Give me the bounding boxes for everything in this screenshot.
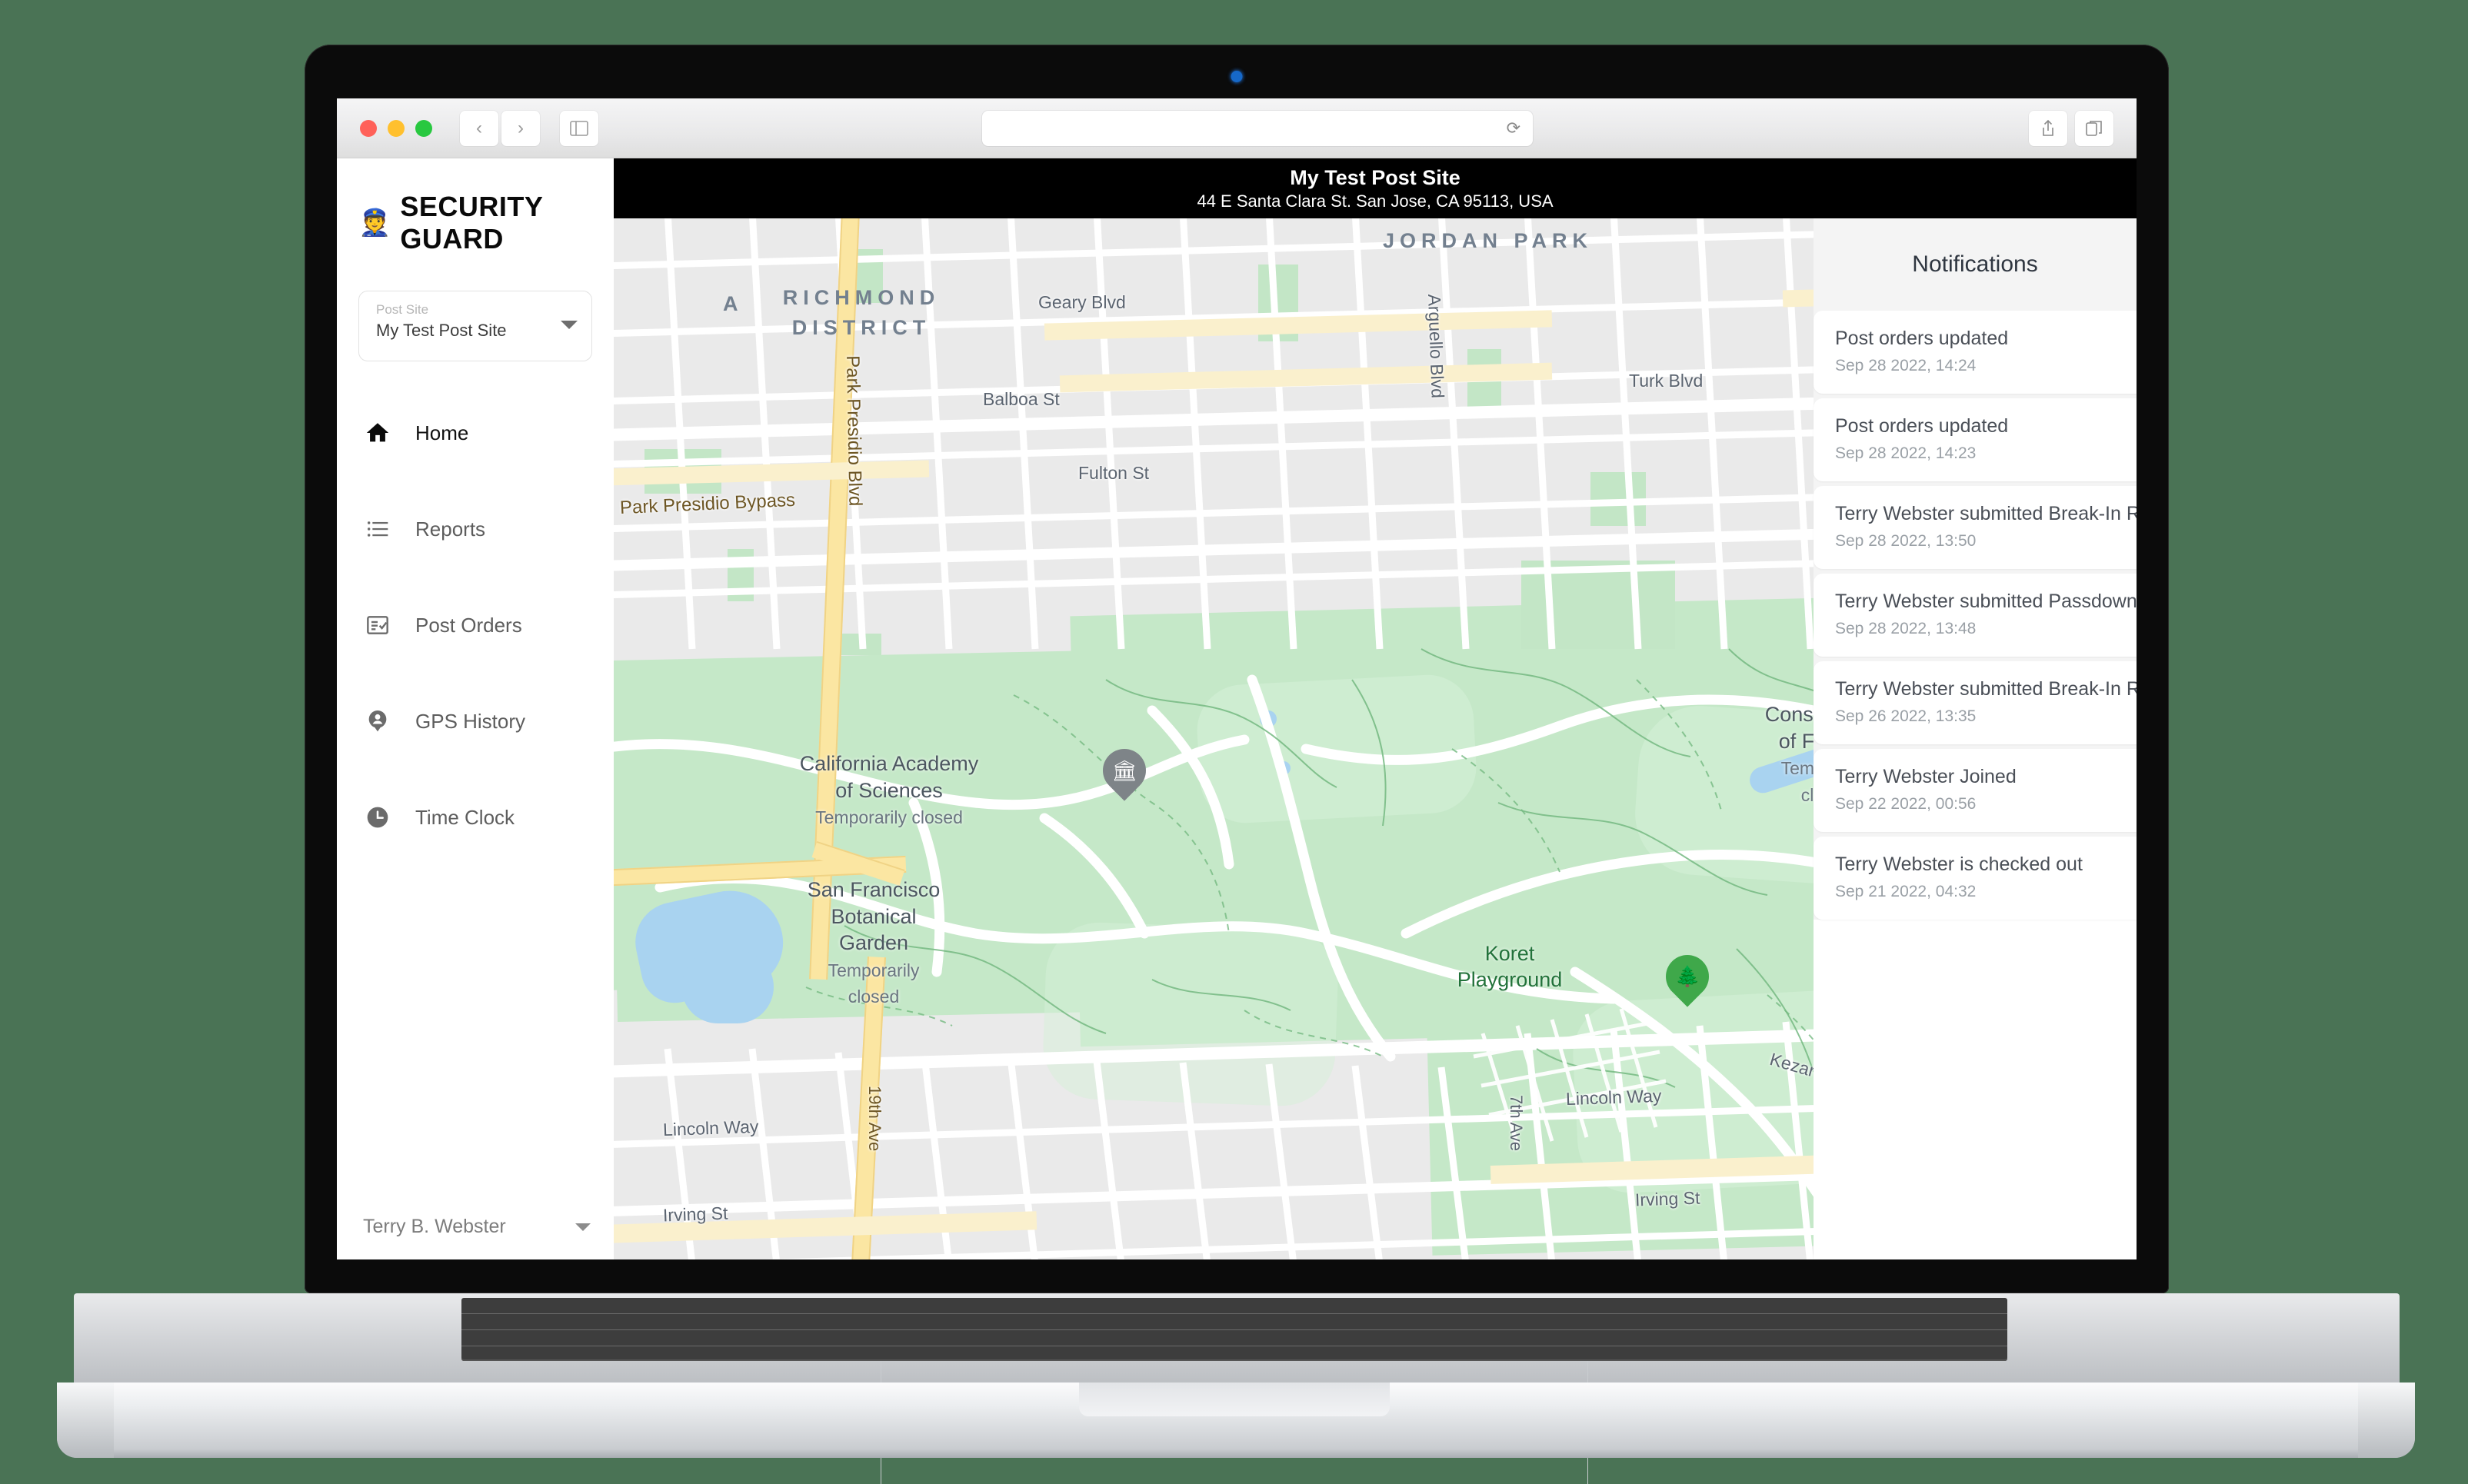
sidebar-item-label: Post Orders — [415, 614, 522, 637]
keyboard — [461, 1298, 2007, 1361]
map-label-jordan-park: JORDAN PARK — [1383, 226, 1593, 256]
user-menu[interactable]: Terry B. Webster — [337, 1216, 614, 1238]
map-label-irving-st: Irving St — [663, 1203, 728, 1226]
map-label-turk-blvd: Turk Blvd — [1629, 371, 1703, 391]
map-label-richmond-district: RICHMOND DISTRICT — [684, 283, 1038, 343]
user-name: Terry B. Webster — [363, 1216, 506, 1238]
map-label-koret-playground: Koret Playground — [1398, 941, 1621, 993]
notifications-panel: Notifications Post orders updated Sep 28… — [1814, 218, 2137, 1259]
notification-item[interactable]: Post orders updated Sep 28 2022, 14:24 — [1814, 311, 2137, 394]
map-label-19th-ave: 19th Ave — [864, 1086, 884, 1151]
notification-text: Terry Webster submitted Break-In Report — [1835, 678, 2137, 700]
site-header: My Test Post Site 44 E Santa Clara St. S… — [614, 158, 2137, 218]
map-label-park-presidio-blvd: Park Presidio Blvd — [841, 355, 865, 507]
notifications-title: Notifications — [1912, 251, 2037, 278]
sidebar: 👮 SECURITY GUARD Post Site My Test Post … — [337, 158, 614, 1259]
notification-time: Sep 21 2022, 04:32 — [1835, 883, 2137, 901]
notification-item[interactable]: Terry Webster submitted Passdown Log Sep… — [1814, 574, 2137, 657]
screen: ‹ › ⟳ — [337, 98, 2137, 1259]
map-label-irving-st: Irving St — [1635, 1188, 1700, 1211]
notification-time: Sep 26 2022, 13:35 — [1835, 707, 2137, 726]
map-label-lincoln-way: Lincoln Way — [663, 1116, 759, 1140]
notification-time: Sep 28 2022, 13:50 — [1835, 532, 2137, 551]
sidebar-item-gps-history[interactable]: GPS History — [337, 697, 614, 745]
notification-text: Post orders updated — [1835, 415, 2137, 438]
map-label-fulton-st: Fulton St — [1078, 463, 1149, 484]
app-root: 👮 SECURITY GUARD Post Site My Test Post … — [337, 158, 2137, 1259]
close-window-button[interactable] — [360, 120, 377, 137]
notifications-empty-space — [1814, 924, 2137, 1124]
notification-text: Post orders updated — [1835, 328, 2137, 350]
sidebar-item-home[interactable]: Home — [337, 409, 614, 457]
notification-time: Sep 28 2022, 13:48 — [1835, 620, 2137, 638]
sidebar-item-label: Reports — [415, 517, 485, 541]
notification-text: Terry Webster is checked out — [1835, 853, 2137, 876]
tree-icon: 🌲 — [1657, 946, 1717, 1007]
share-icon[interactable] — [2029, 111, 2067, 146]
sidebar-item-label: Home — [415, 421, 468, 445]
laptop-front-notch — [1079, 1383, 1390, 1416]
nav-buttons: ‹ › — [460, 111, 540, 146]
map-label-sf-botanical-garden: San Francisco Botanical Garden Temporari… — [751, 877, 997, 1010]
laptop-mockup: ‹ › ⟳ — [0, 0, 2468, 1452]
museum-icon: 🏛 — [1094, 740, 1154, 800]
map-label-lincoln-way: Lincoln Way — [1566, 1086, 1662, 1110]
forward-button[interactable]: › — [501, 111, 540, 146]
sidebar-toggle-icon[interactable] — [560, 111, 598, 146]
notifications-header: Notifications — [1814, 218, 2137, 311]
notifications-list[interactable]: Post orders updated Sep 28 2022, 14:24 P… — [1814, 311, 2137, 920]
account-pin-icon — [363, 707, 392, 736]
laptop-corner-right — [2358, 1383, 2415, 1458]
sidebar-item-post-orders[interactable]: Post Orders — [337, 601, 614, 649]
sidebar-item-label: GPS History — [415, 710, 525, 734]
reload-icon[interactable]: ⟳ — [1507, 118, 1520, 138]
park-marker[interactable]: 🌲 — [1666, 955, 1709, 1012]
map-label-geary-blvd: Geary Blvd — [1038, 292, 1126, 313]
brand-title: SECURITY GUARD — [400, 191, 614, 255]
sidebar-item-time-clock[interactable]: Time Clock — [337, 794, 614, 841]
laptop-corner-left — [57, 1383, 114, 1458]
toolbar-right-actions — [2029, 111, 2113, 146]
notification-time: Sep 28 2022, 14:24 — [1835, 357, 2137, 375]
zoom-window-button[interactable] — [415, 120, 432, 137]
clock-icon — [363, 803, 392, 832]
post-site-select-value: My Test Post Site — [376, 321, 578, 341]
post-site-select[interactable]: Post Site My Test Post Site — [358, 291, 592, 361]
map-label-balboa-st: Balboa St — [983, 389, 1060, 410]
post-site-select-label: Post Site — [376, 302, 578, 318]
address-bar[interactable]: ⟳ — [982, 111, 1533, 146]
chevron-down-icon[interactable] — [575, 1223, 591, 1231]
sidebar-nav: Home Reports — [337, 409, 614, 890]
security-guard-icon: 👮 — [358, 210, 391, 236]
site-address: 44 E Santa Clara St. San Jose, CA 95113,… — [1197, 191, 1553, 211]
sidebar-item-reports[interactable]: Reports — [337, 505, 614, 553]
map-label-arguello-blvd: Arguello Blvd — [1424, 294, 1448, 398]
list-icon — [363, 514, 392, 544]
back-button[interactable]: ‹ — [460, 111, 498, 146]
main-content: My Test Post Site 44 E Santa Clara St. S… — [614, 158, 2137, 1259]
page-title: My Test Post Site — [1290, 166, 1460, 190]
notification-item[interactable]: Terry Webster Joined Sep 22 2022, 00:56 — [1814, 749, 2137, 832]
map-label-california-academy: California Academy of Sciences Temporari… — [720, 750, 1058, 830]
museum-marker[interactable]: 🏛 — [1103, 749, 1146, 806]
map-label-7th-ave: 7th Ave — [1506, 1095, 1526, 1151]
minimize-window-button[interactable] — [388, 120, 405, 137]
notification-text: Terry Webster submitted Break-In Report — [1835, 503, 2137, 525]
sidebar-item-label: Time Clock — [415, 806, 515, 830]
brand: 👮 SECURITY GUARD — [358, 191, 614, 255]
notification-item[interactable]: Terry Webster is checked out Sep 21 2022… — [1814, 837, 2137, 920]
notification-text: Terry Webster submitted Passdown Log — [1835, 591, 2137, 613]
chevron-down-icon[interactable] — [561, 321, 578, 329]
home-icon — [363, 418, 392, 448]
notification-text: Terry Webster Joined — [1835, 766, 2137, 788]
window-traffic-lights — [360, 120, 432, 137]
tab-overview-icon[interactable] — [2075, 111, 2113, 146]
notification-item[interactable]: Terry Webster submitted Break-In Report … — [1814, 486, 2137, 569]
notification-item[interactable]: Post orders updated Sep 28 2022, 14:23 — [1814, 398, 2137, 481]
notification-item[interactable]: Terry Webster submitted Break-In Report … — [1814, 661, 2137, 744]
notification-time: Sep 22 2022, 00:56 — [1835, 795, 2137, 814]
webcam-icon — [1231, 71, 1243, 82]
notification-time: Sep 28 2022, 14:23 — [1835, 444, 2137, 463]
clipboard-check-icon — [363, 611, 392, 640]
